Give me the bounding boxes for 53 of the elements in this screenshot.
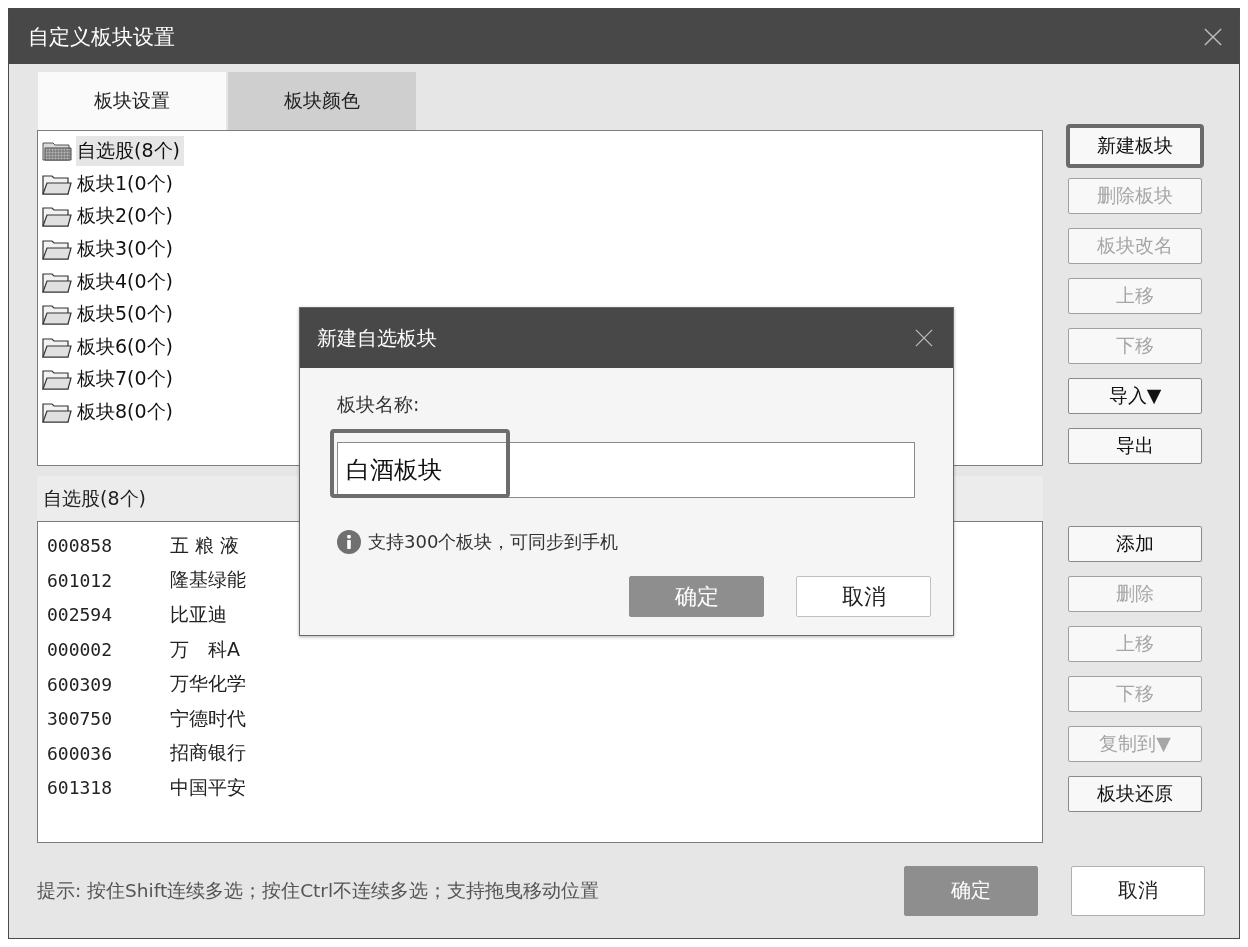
- dialog-title: 新建自选板块: [317, 324, 437, 352]
- tab[interactable]: 板块颜色: [228, 72, 416, 130]
- side-button[interactable]: 导出: [1068, 428, 1202, 464]
- close-icon[interactable]: [915, 329, 933, 347]
- stock-name: 万华化学: [170, 671, 246, 697]
- folder-icon: [42, 270, 72, 293]
- cancel-button[interactable]: 取消: [1071, 865, 1205, 916]
- tree-item[interactable]: 板块6(0个): [76, 331, 177, 362]
- cancel-button[interactable]: 取消: [796, 576, 931, 617]
- stock-code: 600036: [47, 742, 114, 764]
- stock-code: 002594: [47, 604, 114, 626]
- stock-name: 五 粮 液: [170, 532, 240, 558]
- tree-item[interactable]: 板块5(0个): [76, 299, 177, 330]
- tree-item[interactable]: 板块4(0个): [76, 266, 177, 297]
- tree-item[interactable]: 板块8(0个): [76, 396, 177, 427]
- folder-icon: [42, 400, 72, 423]
- name-field[interactable]: 白酒板块: [337, 442, 915, 498]
- window-title: 自定义板块设置: [28, 23, 175, 51]
- tab[interactable]: 板块设置: [38, 72, 226, 130]
- close-icon[interactable]: [1204, 27, 1222, 46]
- info-text: 支持300个板块，可同步到手机: [368, 530, 619, 554]
- field-label: 板块名称:: [337, 392, 421, 416]
- folder-icon: [42, 238, 72, 260]
- stock-code: 601318: [47, 777, 114, 799]
- stock-code: 000858: [47, 535, 114, 557]
- grid-folder-icon: [42, 140, 72, 163]
- list-header: 自选股(8个): [43, 485, 146, 511]
- side-button[interactable]: 导入▼: [1068, 378, 1202, 414]
- tree-item[interactable]: 自选股(8个): [76, 136, 184, 167]
- stock-name: 隆基绿能: [170, 567, 246, 593]
- stock-name: 比亚迪: [170, 601, 227, 627]
- stock-name: 中国平安: [170, 774, 246, 800]
- folder-icon: [42, 335, 72, 358]
- side-button[interactable]: 板块还原: [1068, 776, 1202, 812]
- tree-item[interactable]: 板块1(0个): [76, 168, 177, 199]
- folder-icon: [42, 172, 72, 195]
- stock-code: 300750: [47, 708, 114, 730]
- stock-name: 宁德时代: [170, 705, 246, 731]
- folder-icon: [42, 368, 72, 391]
- side-button[interactable]: 添加: [1068, 526, 1202, 562]
- tree-item[interactable]: 板块3(0个): [76, 234, 177, 264]
- stock-code: 601012: [47, 569, 114, 591]
- stock-name: 招商银行: [170, 740, 246, 766]
- stock-code: 600309: [47, 673, 114, 695]
- tree-item[interactable]: 板块2(0个): [76, 201, 177, 232]
- info-icon: [337, 530, 361, 554]
- hint-text: 提示: 按住Shift连续多选；按住Ctrl不连续多选；支持拖曳移动位置: [37, 879, 600, 903]
- side-button[interactable]: 新建板块: [1066, 124, 1204, 168]
- folder-icon: [42, 205, 72, 228]
- stock-code: 000002: [47, 639, 114, 660]
- stock-name: 万 科A: [170, 636, 240, 662]
- folder-icon: [42, 303, 72, 326]
- tree-item[interactable]: 板块7(0个): [76, 364, 177, 395]
